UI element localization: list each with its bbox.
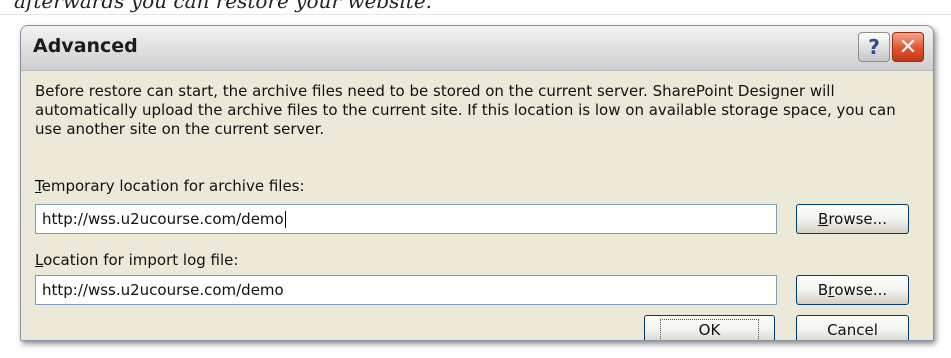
ok-label: OK bbox=[659, 319, 760, 340]
temp-browse-accel: B bbox=[818, 210, 829, 228]
dialog-body: Before restore can start, the archive fi… bbox=[21, 71, 933, 340]
title-bar[interactable]: Advanced ? ✕ bbox=[21, 26, 933, 71]
help-icon: ? bbox=[868, 35, 880, 59]
help-button[interactable]: ? bbox=[858, 32, 890, 62]
temp-location-browse-button[interactable]: Browse... bbox=[796, 204, 909, 234]
cancel-label: Cancel bbox=[827, 321, 878, 339]
dialog-title: Advanced bbox=[33, 35, 138, 57]
log-location-browse-button[interactable]: Br owse... bbox=[796, 275, 909, 305]
temp-location-value: http://wss.u2ucourse.com/demo bbox=[42, 210, 284, 228]
advanced-dialog: Advanced ? ✕ Before restore can start, t… bbox=[20, 25, 934, 341]
temp-browse-rest: rowse... bbox=[828, 210, 887, 228]
close-icon: ✕ bbox=[898, 34, 918, 60]
temp-location-input[interactable]: http://wss.u2ucourse.com/demo bbox=[35, 204, 777, 234]
temp-location-label-accel: T bbox=[35, 177, 42, 195]
log-location-input[interactable]: http://wss.u2ucourse.com/demo bbox=[35, 275, 777, 305]
log-location-label-accel: L bbox=[35, 251, 44, 269]
ok-button[interactable]: OK bbox=[644, 315, 775, 340]
log-browse-rest: owse... bbox=[834, 281, 888, 299]
log-location-label: Location for import log file: bbox=[35, 251, 238, 269]
temp-location-label-rest: emporary location for archive files: bbox=[41, 177, 305, 195]
log-browse-pre: B bbox=[817, 281, 829, 299]
log-location-value: http://wss.u2ucourse.com/demo bbox=[42, 281, 284, 299]
cancel-button[interactable]: Cancel bbox=[796, 315, 909, 340]
log-location-label-rest: ocation for import log file: bbox=[43, 251, 239, 269]
description-text: Before restore can start, the archive fi… bbox=[35, 82, 896, 138]
background-divider bbox=[0, 14, 951, 15]
background-caption: afterwards you can restore your website. bbox=[14, 0, 433, 13]
close-button[interactable]: ✕ bbox=[892, 32, 924, 62]
text-caret bbox=[284, 210, 286, 228]
temp-location-label: Temporary location for archive files: bbox=[35, 177, 305, 195]
